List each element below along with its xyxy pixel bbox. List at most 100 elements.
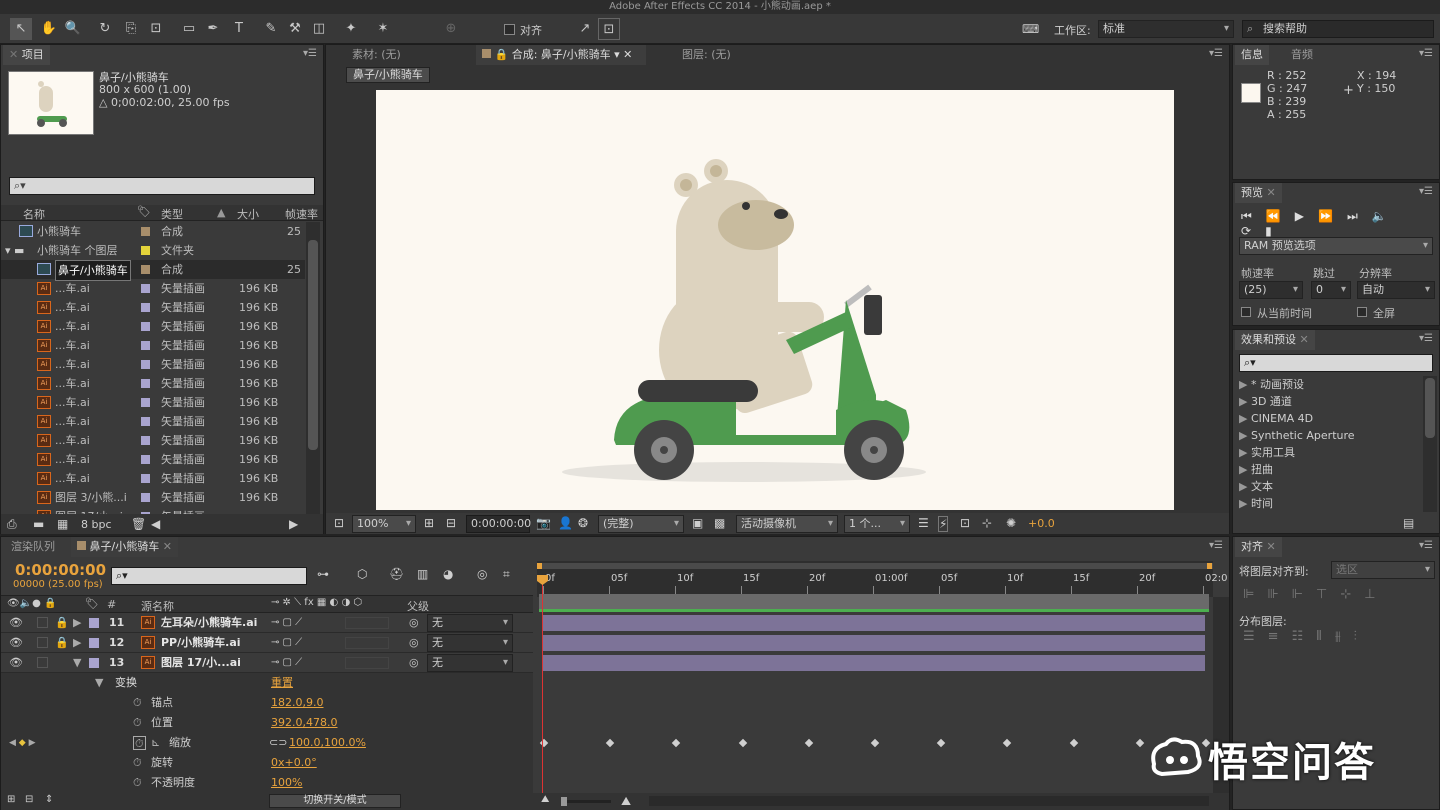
zoom-in-icon[interactable]: ⛰	[621, 794, 631, 809]
interpret-footage-icon[interactable]: ⎙	[7, 517, 17, 532]
new-preset-icon[interactable]: ▤	[1403, 516, 1414, 530]
graph-icon[interactable]: ⊾	[151, 733, 160, 753]
expand-arrow-icon[interactable]: ▶	[1239, 497, 1247, 510]
project-item[interactable]: Ai ...车.ai 矢量插画 196 KB	[1, 412, 305, 431]
expand-arrow-icon[interactable]: ▶	[1239, 463, 1247, 476]
label-swatch[interactable]	[89, 658, 99, 668]
pickwhip-icon[interactable]: ◎	[409, 633, 419, 653]
transform-property-row[interactable]: ⏱ 位置 392.0,478.0	[1, 713, 533, 733]
workspace-select[interactable]: 标准	[1098, 20, 1234, 38]
property-value[interactable]: 182.0,9.0	[271, 693, 323, 713]
collapse-arrow-icon[interactable]: ▼	[73, 653, 81, 673]
label-swatch[interactable]	[89, 638, 99, 648]
from-current-checkbox[interactable]	[1241, 307, 1251, 317]
composition-canvas[interactable]	[376, 90, 1174, 510]
effects-category[interactable]: ▶ 实用工具	[1239, 444, 1295, 461]
label-swatch[interactable]	[141, 322, 150, 331]
preview-fps-select[interactable]: (25)	[1239, 281, 1303, 299]
exposure-icon[interactable]: ✺	[1006, 516, 1016, 530]
project-search-input[interactable]: ⌕▾	[9, 177, 315, 195]
safe-zones-icon[interactable]: ⊞	[424, 516, 434, 530]
tab-info[interactable]: 信息	[1235, 45, 1269, 65]
timeline-zoom-slider[interactable]	[561, 797, 611, 806]
comp-breadcrumb[interactable]: 鼻子/小熊骑车	[346, 67, 430, 83]
play-icon[interactable]: ▶	[1295, 209, 1318, 223]
exposure-value[interactable]: +0.0	[1028, 517, 1055, 530]
layer-switch-boxes[interactable]	[345, 657, 389, 669]
distribute-bottom-icon[interactable]: ☷	[1292, 629, 1317, 644]
distribute-left-icon[interactable]: ⫴	[1316, 629, 1334, 644]
keyframe[interactable]	[936, 738, 946, 748]
reset-link[interactable]: 重置	[271, 673, 293, 693]
layer-duration-bar[interactable]	[543, 635, 1205, 651]
keyframe[interactable]	[605, 738, 615, 748]
label-swatch[interactable]	[141, 455, 150, 464]
fullscreen-checkbox[interactable]	[1357, 307, 1367, 317]
viewer-timecode[interactable]: 0:00:00:00	[466, 515, 531, 533]
project-item[interactable]: Ai ...车.ai 矢量插画 196 KB	[1, 469, 305, 488]
tab-align[interactable]: 对齐 ✕	[1235, 537, 1282, 557]
extend-icon[interactable]: ⊡	[598, 18, 620, 40]
eye-icon[interactable]: 👁	[9, 633, 23, 653]
column-name[interactable]: 名称	[23, 206, 45, 222]
next-frame-icon[interactable]: ⏩	[1318, 209, 1347, 223]
timeline-search-input[interactable]: ⌕▾	[111, 567, 307, 585]
transform-property-row[interactable]: ⏱ 锚点 182.0,9.0	[1, 693, 533, 713]
timeline-layer-row[interactable]: 👁 🔒 ▶ 11 Ai 左耳朵/小熊骑车.ai ⊸ ▢ ⟋ ◎ 无	[1, 613, 533, 633]
project-item[interactable]: ▾ ▬ 小熊骑车 个图层 文件夹	[1, 241, 305, 260]
eye-icon[interactable]: 👁	[9, 613, 23, 633]
label-swatch[interactable]	[141, 303, 150, 312]
column-size[interactable]: 大小	[237, 206, 259, 222]
project-item[interactable]: Ai ...车.ai 矢量插画 196 KB	[1, 450, 305, 469]
label-swatch[interactable]	[141, 493, 150, 502]
label-column-icon[interactable]: 🏷	[137, 205, 151, 218]
project-item[interactable]: Ai ...车.ai 矢量插画 196 KB	[1, 279, 305, 298]
tab-project[interactable]: ✕ 项目	[3, 45, 50, 65]
zoom-select[interactable]: 100%	[352, 515, 416, 533]
parent-select[interactable]: 无	[427, 654, 513, 672]
stopwatch-icon[interactable]: ⏱	[133, 773, 142, 793]
distribute-top-icon[interactable]: ☰	[1243, 629, 1268, 644]
effects-category[interactable]: ▶ Synthetic Aperture	[1239, 427, 1355, 444]
layer-name[interactable]: 左耳朵/小熊骑车.ai	[161, 613, 257, 633]
transfer-controls-icon[interactable]: ⊟	[25, 794, 33, 805]
pen-tool-icon[interactable]: ✒	[202, 18, 224, 40]
property-value[interactable]: 0x+0.0°	[271, 753, 317, 773]
zoom-tool-icon[interactable]: 🔍	[62, 18, 84, 40]
panel-menu-icon[interactable]: ▾☰	[303, 48, 317, 59]
timeline-icon[interactable]: ⊡	[960, 516, 970, 530]
toggle-switches-modes-button[interactable]: 切换开关/模式	[269, 794, 401, 808]
keyframe[interactable]	[1135, 738, 1145, 748]
first-frame-icon[interactable]: ⏮	[1241, 209, 1266, 223]
comp-mini-flowchart-icon[interactable]: ⊶	[317, 567, 329, 581]
selection-tool-icon[interactable]: ↖	[10, 18, 32, 40]
parent-select[interactable]: 无	[427, 614, 513, 632]
timeline-track-area[interactable]: IIIII	[539, 613, 1211, 793]
layer-switch-boxes[interactable]	[345, 637, 389, 649]
stopwatch-icon[interactable]: ⏱	[133, 736, 146, 750]
tab-layer[interactable]: 图层: (无)	[676, 45, 806, 65]
roto-brush-tool-icon[interactable]: ✦	[340, 18, 362, 40]
views-select[interactable]: 1 个...	[844, 515, 910, 533]
effects-search-input[interactable]: ⌕▾	[1239, 354, 1433, 372]
align-left-icon[interactable]: ⊫	[1243, 587, 1267, 602]
align-hcenter-icon[interactable]: ⊪	[1267, 587, 1291, 602]
brush-tool-icon[interactable]: ✎	[260, 18, 282, 40]
in-out-icon[interactable]: ⇕	[45, 794, 53, 805]
effects-category[interactable]: ▶ * 动画预设	[1239, 376, 1304, 393]
label-swatch[interactable]	[141, 265, 150, 274]
scrollbar-thumb[interactable]	[308, 240, 318, 450]
property-value[interactable]: 392.0,478.0	[271, 713, 337, 733]
hand-tool-icon[interactable]: ✋	[38, 18, 60, 40]
project-scrollbar[interactable]	[306, 222, 320, 514]
eraser-tool-icon[interactable]: ◫	[308, 18, 330, 40]
project-item[interactable]: Ai ...车.ai 矢量插画 196 KB	[1, 317, 305, 336]
label-swatch[interactable]	[89, 618, 99, 628]
tab-preview[interactable]: 预览 ✕	[1235, 183, 1282, 203]
puppet-tool-icon[interactable]: ✶	[372, 18, 394, 40]
motion-blur-icon[interactable]: ◕	[443, 567, 453, 581]
label-swatch[interactable]	[141, 379, 150, 388]
camera-tool-icon[interactable]: ⎘	[120, 18, 142, 40]
toggle-pixel-aspect-icon[interactable]: ☰	[918, 516, 929, 530]
effects-category[interactable]: ▶ 3D 通道	[1239, 393, 1292, 410]
